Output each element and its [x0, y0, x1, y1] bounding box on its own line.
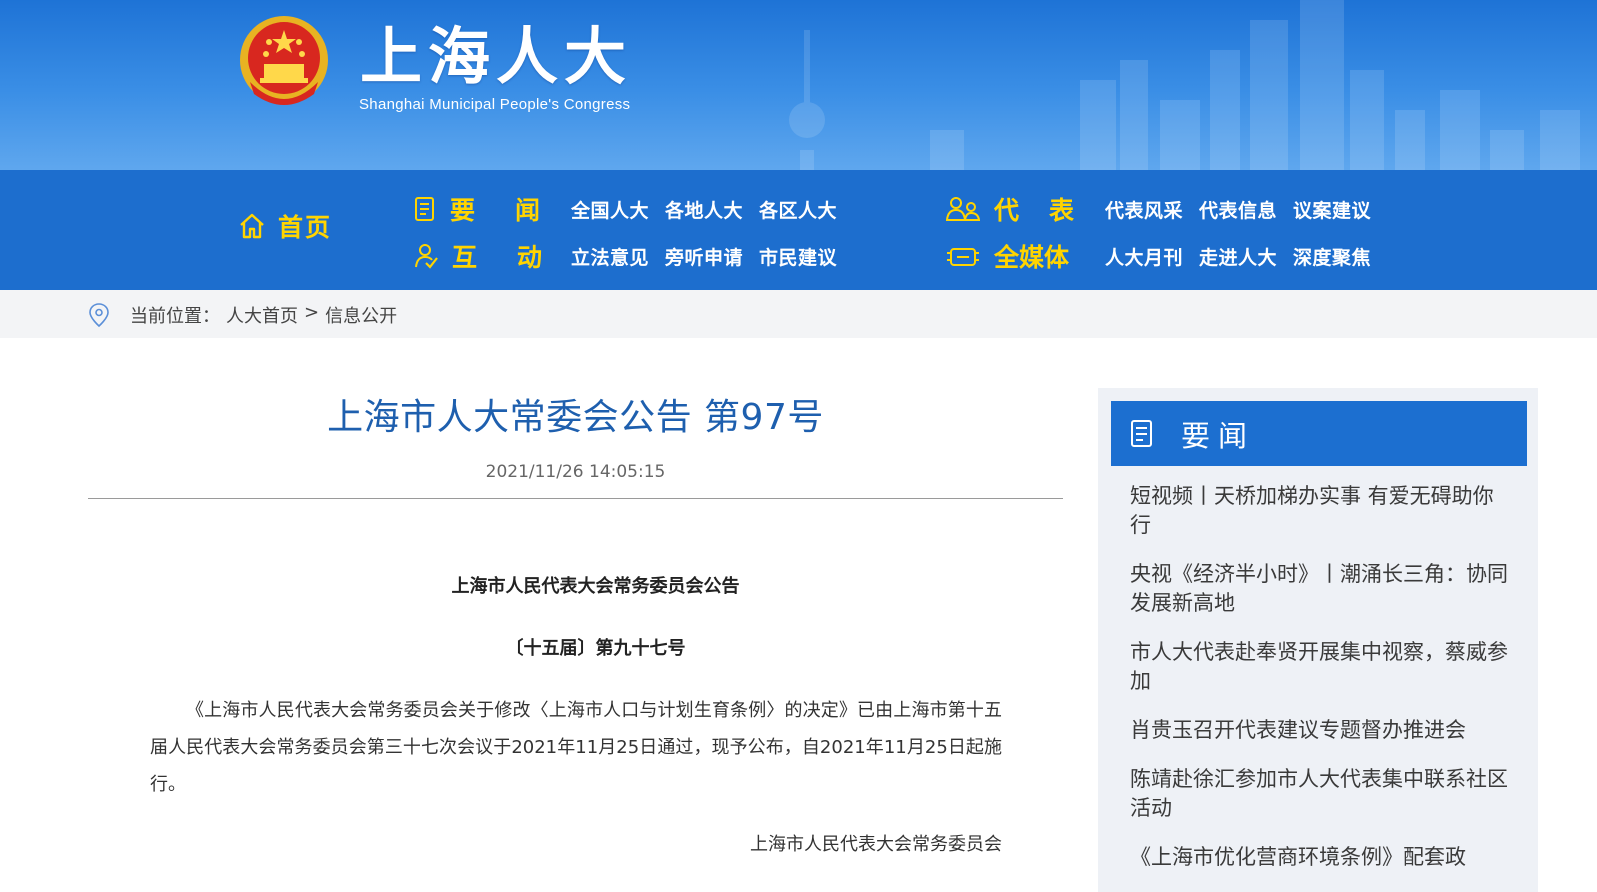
- article-divider: [88, 498, 1063, 499]
- nav-link-hearing-application[interactable]: 旁听申请: [665, 243, 743, 270]
- sidebar-title: 要闻: [1181, 418, 1256, 453]
- nav-link-deputy-profiles[interactable]: 代表风采: [1105, 196, 1183, 223]
- breadcrumb-separator: >: [304, 302, 320, 323]
- nav-group-all-media-label: 全媒体: [994, 243, 1070, 272]
- national-emblem-logo: [240, 16, 328, 105]
- breadcrumb: 当前位置： 人大首页 > 信息公开: [88, 301, 397, 329]
- document-number: 〔十五届〕第九十七号: [505, 638, 686, 659]
- nav-link-deputy-info[interactable]: 代表信息: [1199, 196, 1277, 223]
- sidebar-news-list: 短视频丨天桥加梯办实事 有爱无碍助你行 央视《经济半小时》丨潮涌长三角：协同发展…: [1130, 482, 1514, 892]
- nav-link-npc-monthly[interactable]: 人大月刊: [1105, 243, 1183, 270]
- document-icon: [1131, 419, 1152, 447]
- nav-links-interaction: 立法意见 旁听申请 市民建议: [571, 239, 837, 273]
- nav-group-interaction[interactable]: 互 动: [414, 239, 542, 273]
- nav-group-news-label: 要 闻: [450, 196, 540, 225]
- nav-links-deputies: 代表风采 代表信息 议案建议: [1105, 192, 1371, 226]
- document-signature: 上海市人民代表大会常务委员会: [750, 834, 1002, 855]
- nav-link-explore-npc[interactable]: 走进人大: [1199, 243, 1277, 270]
- nav-link-local-npc[interactable]: 各地人大: [665, 196, 743, 223]
- nav-link-legislative-opinions[interactable]: 立法意见: [571, 243, 649, 270]
- breadcrumb-current[interactable]: 信息公开: [325, 302, 397, 328]
- nav-group-deputies[interactable]: 代 表: [946, 192, 1074, 226]
- list-item[interactable]: 肖贵玉召开代表建议专题督办推进会: [1130, 716, 1514, 745]
- document-icon: [415, 197, 434, 221]
- nav-link-district-npc[interactable]: 各区人大: [759, 196, 837, 223]
- people-icon: [946, 197, 980, 221]
- nav-home[interactable]: 首页: [238, 208, 332, 244]
- nav-links-all-media: 人大月刊 走进人大 深度聚焦: [1105, 239, 1371, 273]
- media-icon: [947, 248, 979, 266]
- nav-group-all-media[interactable]: 全媒体: [946, 239, 1074, 273]
- document-body: 《上海市人民代表大会常务委员会关于修改〈上海市人口与计划生育条例〉的决定》已由上…: [150, 700, 1002, 795]
- site-title[interactable]: 上海人大: [360, 22, 632, 92]
- list-item[interactable]: 市人大代表赴奉贤开展集中视察，蔡威参加: [1130, 638, 1514, 696]
- home-icon: [240, 213, 264, 239]
- article-date: 2021/11/26 14:05:15: [485, 462, 666, 482]
- list-item[interactable]: 《上海市优化营商环境条例》配套政: [1130, 843, 1514, 872]
- person-check-icon: [415, 244, 438, 269]
- nav-link-citizen-suggestions[interactable]: 市民建议: [759, 243, 837, 270]
- nav-link-in-depth[interactable]: 深度聚焦: [1293, 243, 1371, 270]
- breadcrumb-home-link[interactable]: 人大首页: [226, 302, 298, 328]
- site-subtitle: Shanghai Municipal People's Congress: [359, 96, 631, 113]
- nav-group-interaction-label: 互 动: [452, 243, 542, 272]
- list-item[interactable]: 央视《经济半小时》丨潮涌长三角：协同发展新高地: [1130, 560, 1514, 618]
- nav-home-label: 首页: [278, 213, 333, 242]
- article-title: 上海市人大常委会公告 第97号: [327, 397, 824, 438]
- list-item[interactable]: 陈靖赴徐汇参加市人大代表集中联系社区活动: [1130, 765, 1514, 823]
- location-pin-icon: [89, 303, 109, 328]
- document-heading: 上海市人民代表大会常务委员会公告: [451, 576, 740, 597]
- nav-link-national-npc[interactable]: 全国人大: [571, 196, 649, 223]
- nav-group-deputies-label: 代 表: [994, 196, 1074, 225]
- sidebar-header: 要闻: [1111, 401, 1527, 466]
- breadcrumb-prefix: 当前位置：: [130, 306, 220, 327]
- list-item[interactable]: 短视频丨天桥加梯办实事 有爱无碍助你行: [1130, 482, 1514, 540]
- nav-group-news[interactable]: 要 闻: [414, 192, 540, 226]
- nav-link-proposals[interactable]: 议案建议: [1293, 196, 1371, 223]
- nav-links-news: 全国人大 各地人大 各区人大: [571, 192, 837, 226]
